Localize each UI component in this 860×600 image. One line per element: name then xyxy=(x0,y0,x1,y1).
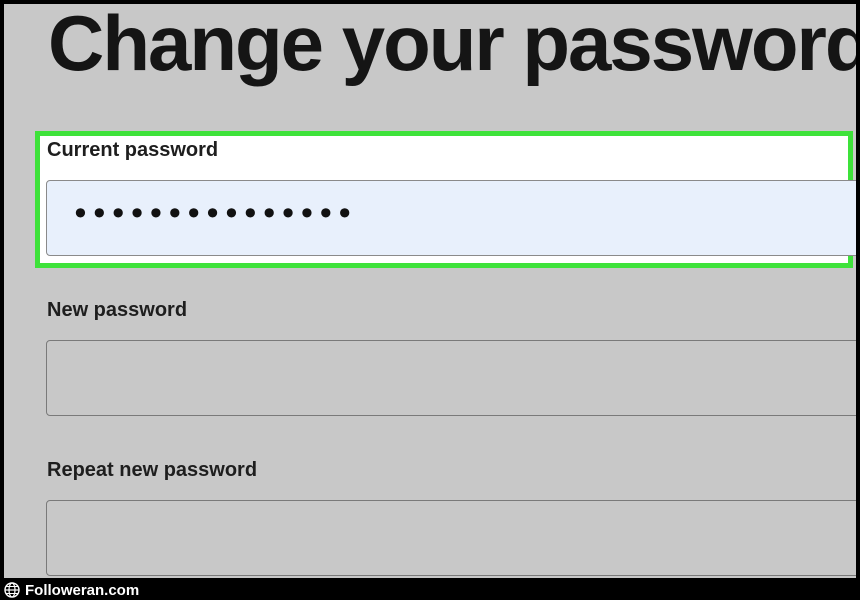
new-password-label: New password xyxy=(47,299,188,321)
new-password-input[interactable] xyxy=(46,340,856,416)
page-frame: Change your password Current password ••… xyxy=(4,4,856,578)
globe-icon xyxy=(4,582,20,598)
repeat-password-label: Repeat new password xyxy=(47,459,258,481)
page-title: Change your password xyxy=(48,4,856,87)
current-password-label: Current password xyxy=(47,139,219,161)
watermark: Followeran.com xyxy=(4,580,139,600)
watermark-text: Followeran.com xyxy=(25,581,140,599)
repeat-password-input[interactable] xyxy=(46,500,856,576)
current-password-value: ••••••••••••••• xyxy=(71,195,355,233)
current-password-input[interactable]: ••••••••••••••• xyxy=(46,180,856,256)
